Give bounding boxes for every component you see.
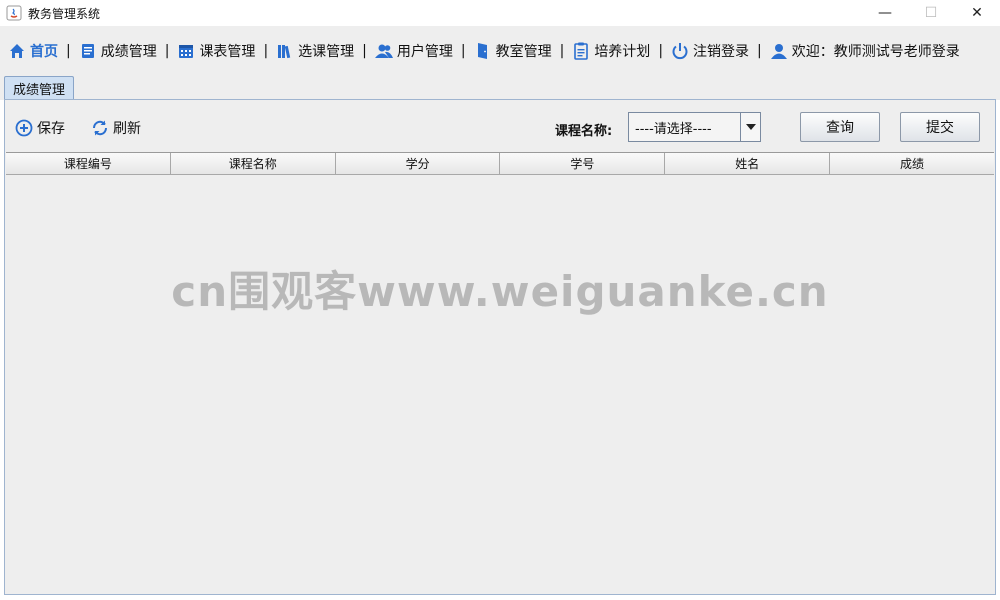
books-icon	[276, 42, 294, 60]
minimize-button[interactable]: —	[862, 0, 908, 26]
menu-separator: |	[757, 43, 762, 59]
calendar-icon	[177, 42, 195, 60]
welcome-text: 欢迎：教师测试号老师登录	[791, 44, 960, 60]
add-circle-icon	[15, 119, 33, 137]
menu-separator: |	[658, 43, 664, 59]
menu-item-label: 用户管理	[396, 44, 453, 60]
window-controls: — ☐ ✕	[862, 0, 1000, 26]
close-button[interactable]: ✕	[954, 0, 1000, 26]
menu-separator: |	[559, 43, 565, 59]
dropdown-arrow-icon[interactable]	[740, 113, 760, 141]
menu-item-grades[interactable]: 成绩管理	[79, 41, 157, 61]
menu-item-users[interactable]: 用户管理	[374, 41, 453, 61]
menu-item-label: 培养计划	[594, 44, 651, 60]
welcome-message: 欢迎：教师测试号老师登录	[770, 41, 960, 61]
tab-strip: 成绩管理	[0, 76, 1000, 100]
toolbar: 保存 刷新 课程名称: ----请选择---- 查询 提交	[5, 100, 995, 152]
clipboard-icon	[572, 42, 590, 60]
menu-separator: |	[263, 43, 269, 59]
menu-item-schedule[interactable]: 课表管理	[177, 41, 255, 61]
save-button[interactable]: 保存	[15, 118, 65, 138]
menu-item-label: 注销登录	[693, 44, 750, 60]
grades-table: 课程编号 课程名称 学分 学号 姓名 成绩	[6, 152, 994, 593]
menu-separator: |	[66, 43, 71, 59]
menu-separator: |	[164, 43, 170, 59]
menu-item-label: 首页	[30, 44, 58, 60]
menu-separator: |	[460, 43, 466, 59]
table-header: 课程编号 课程名称 学分 学号 姓名 成绩	[6, 153, 994, 175]
refresh-button[interactable]: 刷新	[91, 118, 141, 138]
menu-item-label: 选课管理	[298, 44, 355, 60]
user-icon	[770, 42, 788, 60]
menu-item-label: 成绩管理	[100, 44, 157, 60]
tab-grade-management[interactable]: 成绩管理	[4, 76, 75, 100]
column-header-course-id[interactable]: 课程编号	[6, 153, 171, 174]
menu-item-label: 课表管理	[199, 44, 256, 60]
column-header-credits[interactable]: 学分	[336, 153, 501, 174]
menu-item-label: 教室管理	[495, 44, 552, 60]
menu-item-training-plan[interactable]: 培养计划	[572, 41, 650, 61]
maximize-button[interactable]: ☐	[908, 0, 954, 26]
column-header-grade[interactable]: 成绩	[830, 153, 994, 174]
course-select-value: ----请选择----	[635, 121, 712, 137]
users-icon	[374, 42, 393, 60]
menu-item-logout[interactable]: 注销登录	[671, 41, 749, 61]
column-header-student-id[interactable]: 学号	[500, 153, 666, 174]
save-label: 保存	[37, 121, 65, 137]
grade-management-panel: 保存 刷新 课程名称: ----请选择---- 查询 提交 课程编号 课程名称 …	[4, 99, 996, 595]
home-icon	[8, 42, 26, 60]
menu-separator: |	[362, 43, 367, 59]
refresh-label: 刷新	[113, 121, 141, 137]
window-title: 教务管理系统	[28, 6, 101, 21]
refresh-icon	[92, 120, 108, 136]
query-button[interactable]: 查询	[800, 112, 880, 142]
column-header-course-name[interactable]: 课程名称	[171, 153, 336, 174]
column-header-name[interactable]: 姓名	[665, 153, 831, 174]
course-name-label: 课程名称:	[555, 124, 613, 139]
door-icon	[474, 42, 492, 60]
menu-bar: 首页 | 成绩管理 | 课表管理 | 选课管理 | 用户管理 | 教室管理 |	[0, 26, 1000, 76]
course-name-select[interactable]: ----请选择----	[628, 112, 761, 142]
java-app-icon	[6, 5, 22, 21]
menu-item-classrooms[interactable]: 教室管理	[474, 41, 552, 61]
title-bar: 教务管理系统 — ☐ ✕	[0, 0, 1000, 26]
power-icon	[671, 42, 689, 60]
document-icon	[79, 42, 97, 60]
submit-button[interactable]: 提交	[900, 112, 980, 142]
menu-item-course-selection[interactable]: 选课管理	[276, 41, 354, 61]
menu-item-home[interactable]: 首页	[8, 41, 58, 61]
